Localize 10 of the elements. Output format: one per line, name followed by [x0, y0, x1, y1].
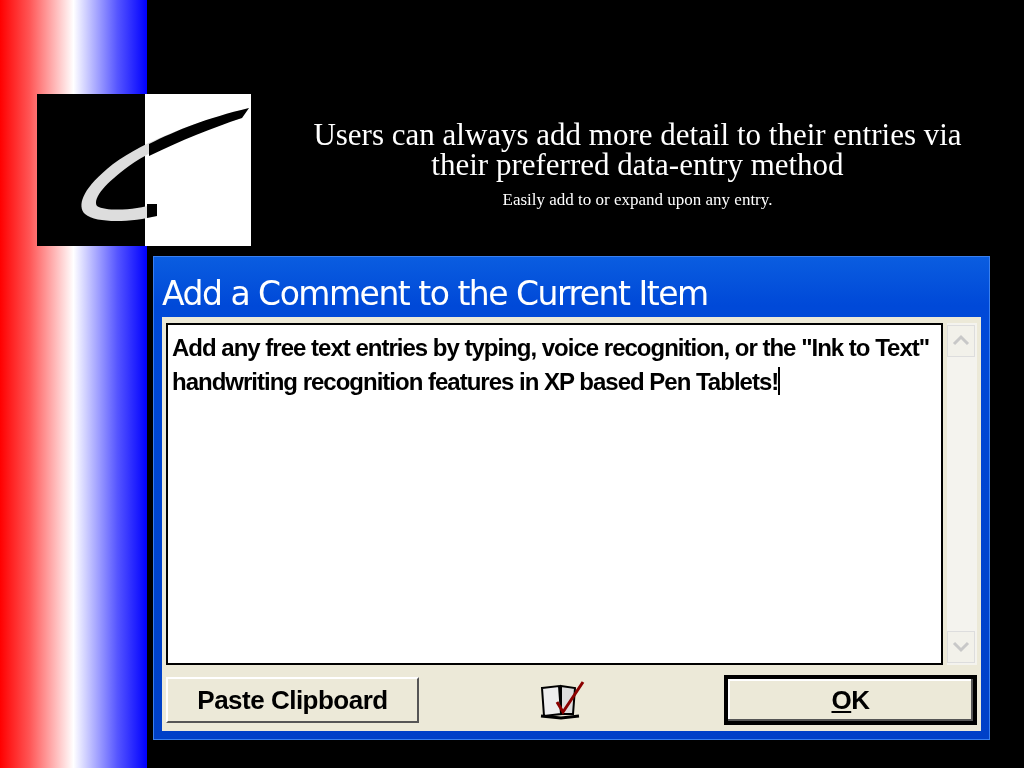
- scroll-up-button[interactable]: [947, 325, 975, 357]
- dialog-button[interactable]: Paste Clipboard: [166, 677, 419, 723]
- slide-subtitle: Easily add to or expand upon any entry.: [502, 190, 773, 210]
- comment-field[interactable]: Add any free text entries by typing, voice recognition, or the "Ink to Text" handwriting recognition features in XP based Pen Tablets!: [166, 323, 943, 665]
- book-check-icon[interactable]: [538, 680, 585, 720]
- dialog-title: Add a Comment to the Current Item: [162, 273, 709, 315]
- dialog-button[interactable]: OK: [724, 675, 977, 725]
- scroll-down-button[interactable]: [947, 631, 975, 663]
- scrollbar[interactable]: [947, 323, 977, 665]
- slide-title: Users can always add more detail to their entries via their preferred data-entry method: [312, 120, 963, 180]
